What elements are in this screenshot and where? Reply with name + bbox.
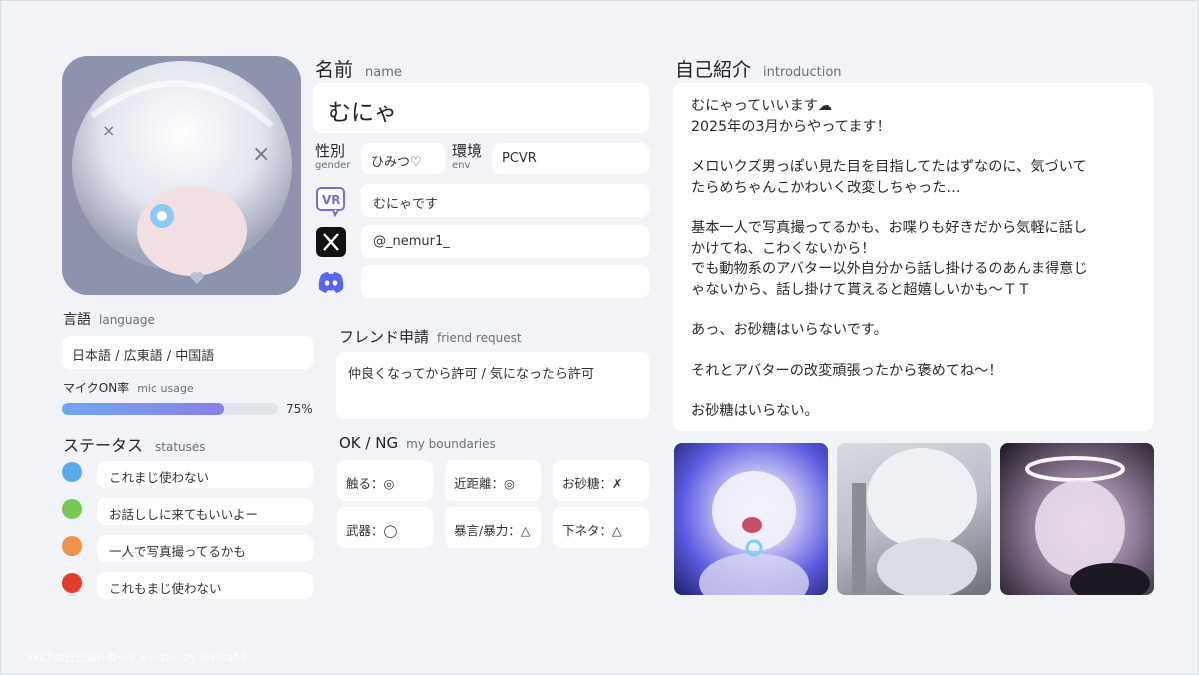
x-icon: [315, 226, 347, 258]
discord-icon: [315, 266, 347, 298]
svg-text:×: ×: [252, 142, 270, 167]
discord-field: [361, 265, 649, 298]
status-text: お話ししに来てもいいよー: [109, 507, 258, 522]
x-field: @_nemur1_: [361, 225, 649, 258]
vrchat-field: むにゃです: [361, 184, 649, 217]
status-color-dot: [62, 499, 82, 519]
boundary-item: 近距離：◎: [445, 460, 541, 501]
boundary-text: お砂糖：✗: [562, 476, 623, 491]
boundary-text: 武器：◯: [346, 523, 398, 538]
intro-line: 2025年の3月からやってます！: [691, 118, 891, 135]
boundary-item: 武器：◯: [337, 507, 433, 548]
status-item: これもまじ使わない: [97, 572, 313, 599]
boundary-item: 触る：◎: [337, 460, 433, 501]
profile-card: × × 名前 name むにゃ 性別 gender ひみつ♡ 環境 env PCV…: [0, 0, 1199, 675]
intro-line: あっ、お砂糖はいらないです。: [691, 322, 888, 338]
intro-header: 自己紹介 introduction: [675, 59, 842, 81]
intro-line: [691, 198, 1088, 218]
statuses-header: ステータス statuses: [63, 436, 206, 455]
name-header: 名前 name: [315, 59, 402, 81]
name-field: むにゃ: [313, 83, 649, 133]
mic-progress-bar: [62, 403, 278, 415]
status-item: お話ししに来てもいいよー: [97, 498, 313, 525]
intro-line: むにゃっていいます☁: [691, 98, 833, 114]
intro-line: [691, 137, 1088, 157]
svg-text:×: ×: [102, 121, 115, 140]
boundary-item: 暴言/暴力：△: [445, 507, 541, 548]
status-text: これまじ使わない: [109, 470, 210, 485]
status-text: これもまじ使わない: [109, 581, 222, 596]
boundary-text: 暴言/暴力：△: [454, 523, 531, 538]
boundaries-header: OK / NG my boundaries: [339, 434, 496, 452]
footer-credit: VRChat自己紹介カードメーカー by @yota5d: [26, 652, 247, 664]
status-color-dot: [62, 536, 82, 556]
gender-field: ひみつ♡: [361, 143, 445, 174]
status-color-dot: [62, 462, 82, 482]
gender-label: 性別 gender: [315, 142, 351, 171]
boundary-text: 触る：◎: [346, 476, 395, 491]
friend-request-header: フレンド申請 friend request: [339, 328, 522, 346]
intro-line: [691, 381, 1088, 401]
name-value: むにゃ: [328, 100, 397, 126]
status-color-dot: [62, 573, 82, 593]
mic-progress-fill: [62, 403, 224, 415]
avatar-image: × ×: [62, 56, 301, 295]
photo-3: [1000, 443, 1154, 595]
boundary-text: 下ネタ：△: [562, 523, 622, 538]
intro-line: かけてね、こわくないから！: [691, 240, 876, 257]
intro-line: [691, 341, 1088, 361]
language-header: 言語 language: [63, 312, 155, 328]
language-field: 日本語 / 広東語 / 中国語: [62, 336, 313, 369]
status-item: 一人で写真撮ってるかも: [97, 535, 313, 562]
intro-field: むにゃっていいます☁ 2025年の3月からやってます！ メロいクズ男っぽい見た目を目…: [673, 83, 1153, 431]
boundary-item: お砂糖：✗: [553, 460, 649, 501]
vrchat-icon: VR: [315, 185, 347, 218]
env-label: 環境 env: [452, 142, 483, 171]
svg-text:VR: VR: [322, 193, 341, 207]
mic-header: マイクON率 mic usage: [63, 381, 194, 395]
intro-line: [691, 300, 1088, 320]
boundary-item: 下ネタ：△: [553, 507, 649, 548]
status-item: これまじ使わない: [97, 461, 313, 488]
intro-line: 基本一人で写真撮ってるかも、お喋りも好きだから気軽に話し: [691, 220, 1088, 236]
intro-line: メロいクズ男っぽい見た目を目指してたはずなのに、気づいて: [691, 159, 1087, 175]
intro-line: お砂糖はいらない。: [691, 403, 819, 419]
intro-line: ゃないから、話し掛けて貰えると超嬉しいかも〜ＴＴ: [691, 281, 1032, 298]
intro-text: むにゃっていいます☁ 2025年の3月からやってます！ メロいクズ男っぽい見た目を目…: [691, 96, 1088, 422]
intro-line: それとアバターの改変頑張ったから褒めてね〜！: [691, 362, 1003, 379]
env-field: PCVR: [492, 143, 649, 174]
friend-request-field: 仲良くなってから許可 / 気になったら許可: [336, 352, 649, 419]
photo-1: [674, 443, 828, 595]
mic-percent: 75%: [286, 402, 313, 416]
intro-line: たらめちゃんこかわいく改変しちゃった…: [691, 179, 961, 196]
intro-line: でも動物系のアバター以外自分から話し掛けるのあんま得意じ: [691, 261, 1088, 277]
boundary-text: 近距離：◎: [454, 476, 515, 491]
status-text: 一人で写真撮ってるかも: [109, 544, 246, 559]
photo-2: [837, 443, 991, 595]
